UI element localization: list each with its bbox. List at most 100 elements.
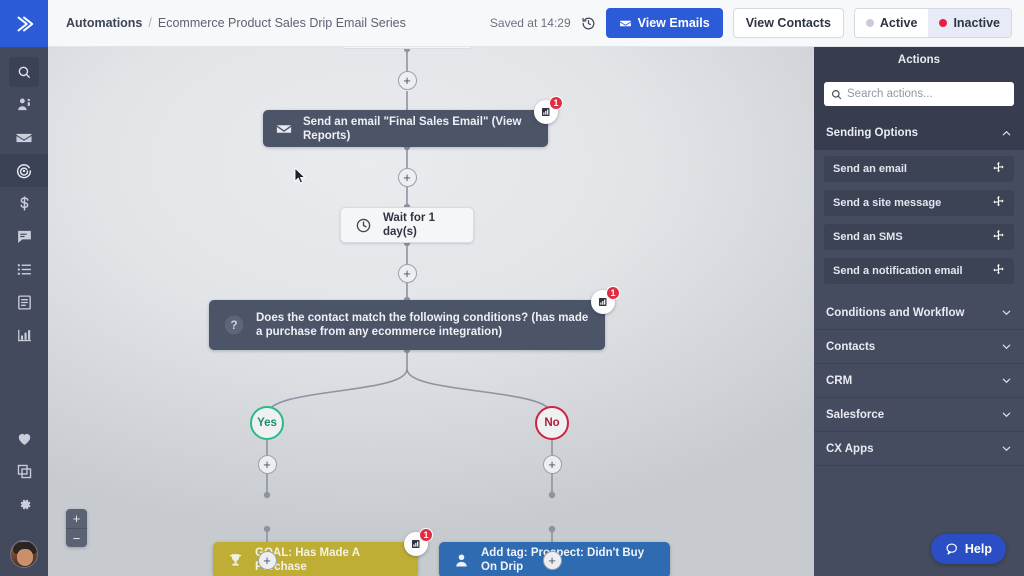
avatar[interactable] xyxy=(10,540,38,568)
drag-move-handle-icon[interactable] xyxy=(992,161,1005,177)
node-goal[interactable]: GOAL: Has Made A Purchase 1 xyxy=(213,542,418,576)
envelope-icon xyxy=(15,129,33,147)
status-inactive-label: Inactive xyxy=(953,16,1000,30)
search-icon xyxy=(831,89,842,100)
view-contacts-button[interactable]: View Contacts xyxy=(733,8,844,38)
group-label: Salesforce xyxy=(826,409,884,421)
sidebar-item-favorites[interactable] xyxy=(0,422,48,455)
action-item-send-an-sms[interactable]: Send an SMS xyxy=(824,224,1014,250)
add-step-button[interactable]: + xyxy=(258,455,277,474)
node-report-badge[interactable]: 1 xyxy=(534,100,558,124)
sidebar-item-deals[interactable] xyxy=(0,187,48,220)
sidebar-item-settings[interactable] xyxy=(0,488,48,521)
action-label: Send a notification email xyxy=(833,265,963,277)
sidebar-item-automations[interactable] xyxy=(0,154,48,187)
sidebar-item-forms[interactable] xyxy=(0,286,48,319)
badge-count: 1 xyxy=(606,286,620,300)
action-label: Send a site message xyxy=(833,197,941,209)
group-header-salesforce[interactable]: Salesforce xyxy=(814,398,1024,432)
clock-history-icon[interactable] xyxy=(581,16,596,31)
group-header-contacts[interactable]: Contacts xyxy=(814,330,1024,364)
avatar-face xyxy=(17,549,33,566)
group-header-sending-options[interactable]: Sending Options xyxy=(814,116,1024,150)
clock-icon xyxy=(355,217,372,234)
actions-search-row xyxy=(814,73,1024,116)
status-active-label: Active xyxy=(880,16,918,30)
group-header-conditions-and-workflow[interactable]: Conditions and Workflow xyxy=(814,296,1024,330)
node-label: Wait for 1 day(s) xyxy=(383,211,459,239)
action-item-send-a-notification-email[interactable]: Send a notification email xyxy=(824,258,1014,284)
branch-yes[interactable]: Yes xyxy=(250,406,284,440)
node-label: Does the contact match the following con… xyxy=(256,311,591,339)
inactive-status-dot xyxy=(939,19,947,27)
automation-canvas[interactable]: + Send an email "Final Sales Email" (Vie… xyxy=(48,47,814,576)
app-logo[interactable] xyxy=(0,0,48,47)
add-step-button[interactable]: + xyxy=(258,551,277,570)
chevron-down-icon xyxy=(1001,375,1012,386)
search-rail-box xyxy=(9,57,39,87)
help-label: Help xyxy=(965,542,992,556)
node-report-badge[interactable]: 1 xyxy=(404,532,428,556)
question-mark-icon: ? xyxy=(223,314,245,336)
sidebar-item-campaigns[interactable] xyxy=(0,121,48,154)
forms-document-icon xyxy=(16,294,33,311)
node-label: GOAL: Has Made A Purchase xyxy=(255,546,404,574)
sidebar-item-search[interactable] xyxy=(0,55,48,88)
node-report-badge[interactable]: 1 xyxy=(591,290,615,314)
chevron-up-icon xyxy=(1001,128,1012,139)
double-chevron-right-logo-icon xyxy=(13,13,35,35)
view-contacts-label: View Contacts xyxy=(746,16,831,30)
group-label: Conditions and Workflow xyxy=(826,307,964,319)
zoom-in-button[interactable]: + xyxy=(66,509,87,528)
conversations-chat-icon xyxy=(16,228,33,245)
heart-icon xyxy=(16,430,33,447)
envelope-icon xyxy=(619,17,632,30)
node-wait[interactable]: Wait for 1 day(s) xyxy=(340,207,474,243)
add-step-button[interactable]: + xyxy=(398,71,417,90)
zoom-out-button[interactable]: − xyxy=(66,528,87,547)
action-item-send-an-email[interactable]: Send an email xyxy=(824,156,1014,182)
group-header-cx-apps[interactable]: CX Apps xyxy=(814,432,1024,466)
sidebar-item-lists[interactable] xyxy=(0,253,48,286)
status-toggle: Active Inactive xyxy=(854,8,1012,38)
add-step-button[interactable]: + xyxy=(543,551,562,570)
drag-move-handle-icon[interactable] xyxy=(992,229,1005,245)
sidebar-item-reports[interactable] xyxy=(0,319,48,352)
envelope-icon xyxy=(275,120,293,138)
search-input[interactable] xyxy=(847,88,1007,100)
saved-status-text: Saved at 14:29 xyxy=(490,16,571,30)
header-actions: Saved at 14:29 View Emails View Contacts xyxy=(490,8,1012,38)
breadcrumb-root[interactable]: Automations xyxy=(66,16,142,30)
view-emails-button[interactable]: View Emails xyxy=(606,8,723,38)
chevron-down-icon xyxy=(1001,341,1012,352)
dollar-deals-icon xyxy=(16,195,33,212)
group-header-crm[interactable]: CRM xyxy=(814,364,1024,398)
action-item-send-a-site-message[interactable]: Send a site message xyxy=(824,190,1014,216)
chevron-down-icon xyxy=(1001,409,1012,420)
group-label: CRM xyxy=(826,375,852,387)
action-label: Send an email xyxy=(833,163,907,175)
gear-settings-icon xyxy=(16,496,33,513)
contacts-icon xyxy=(16,96,33,113)
status-active-segment[interactable]: Active xyxy=(855,9,929,37)
add-step-button[interactable]: + xyxy=(398,264,417,283)
drag-move-handle-icon[interactable] xyxy=(992,195,1005,211)
sidebar-item-contacts[interactable] xyxy=(0,88,48,121)
zoom-controls: + − xyxy=(66,509,87,547)
add-step-button[interactable]: + xyxy=(543,455,562,474)
drag-move-handle-icon[interactable] xyxy=(992,263,1005,279)
help-button[interactable]: Help xyxy=(931,534,1006,564)
sidebar-item-pages[interactable] xyxy=(0,455,48,488)
node-send-email[interactable]: Send an email "Final Sales Email" (View … xyxy=(263,110,548,147)
add-step-button[interactable]: + xyxy=(398,168,417,187)
actions-panel-title: Actions xyxy=(814,47,1024,73)
status-inactive-segment[interactable]: Inactive xyxy=(928,9,1011,37)
badge-count: 1 xyxy=(549,96,563,110)
branch-no[interactable]: No xyxy=(535,406,569,440)
sidebar-item-conversations[interactable] xyxy=(0,220,48,253)
node-condition[interactable]: ? Does the contact match the following c… xyxy=(209,300,605,350)
action-label: Send an SMS xyxy=(833,231,903,243)
node-partial-top[interactable] xyxy=(341,47,474,49)
search-actions-box[interactable] xyxy=(824,82,1014,106)
group-label: Contacts xyxy=(826,341,875,353)
